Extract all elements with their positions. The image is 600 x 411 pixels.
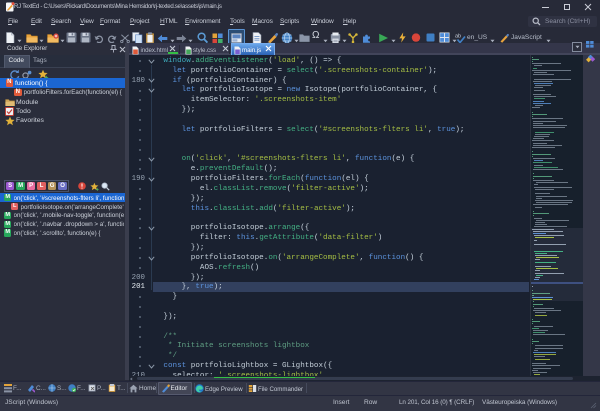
svg-text:ab: ab xyxy=(455,33,461,39)
